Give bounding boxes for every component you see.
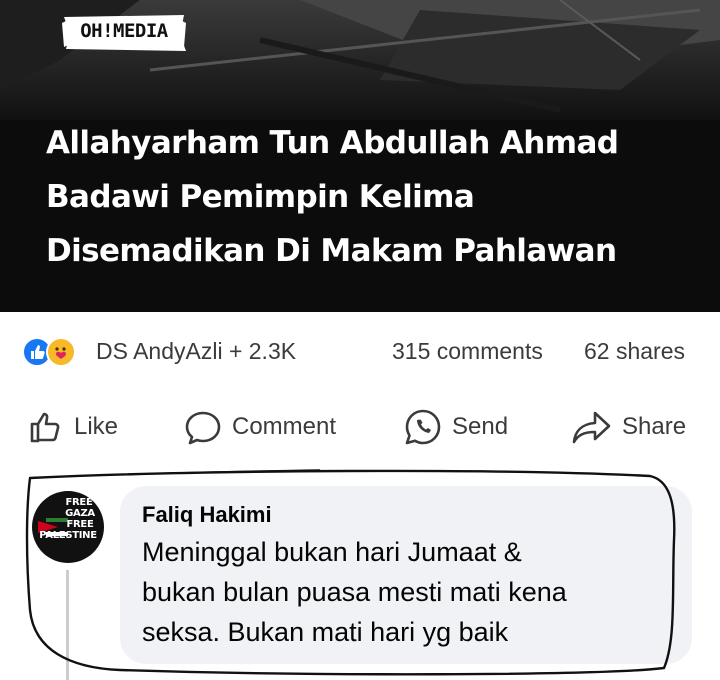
hand-drawn-outline [25, 469, 676, 676]
